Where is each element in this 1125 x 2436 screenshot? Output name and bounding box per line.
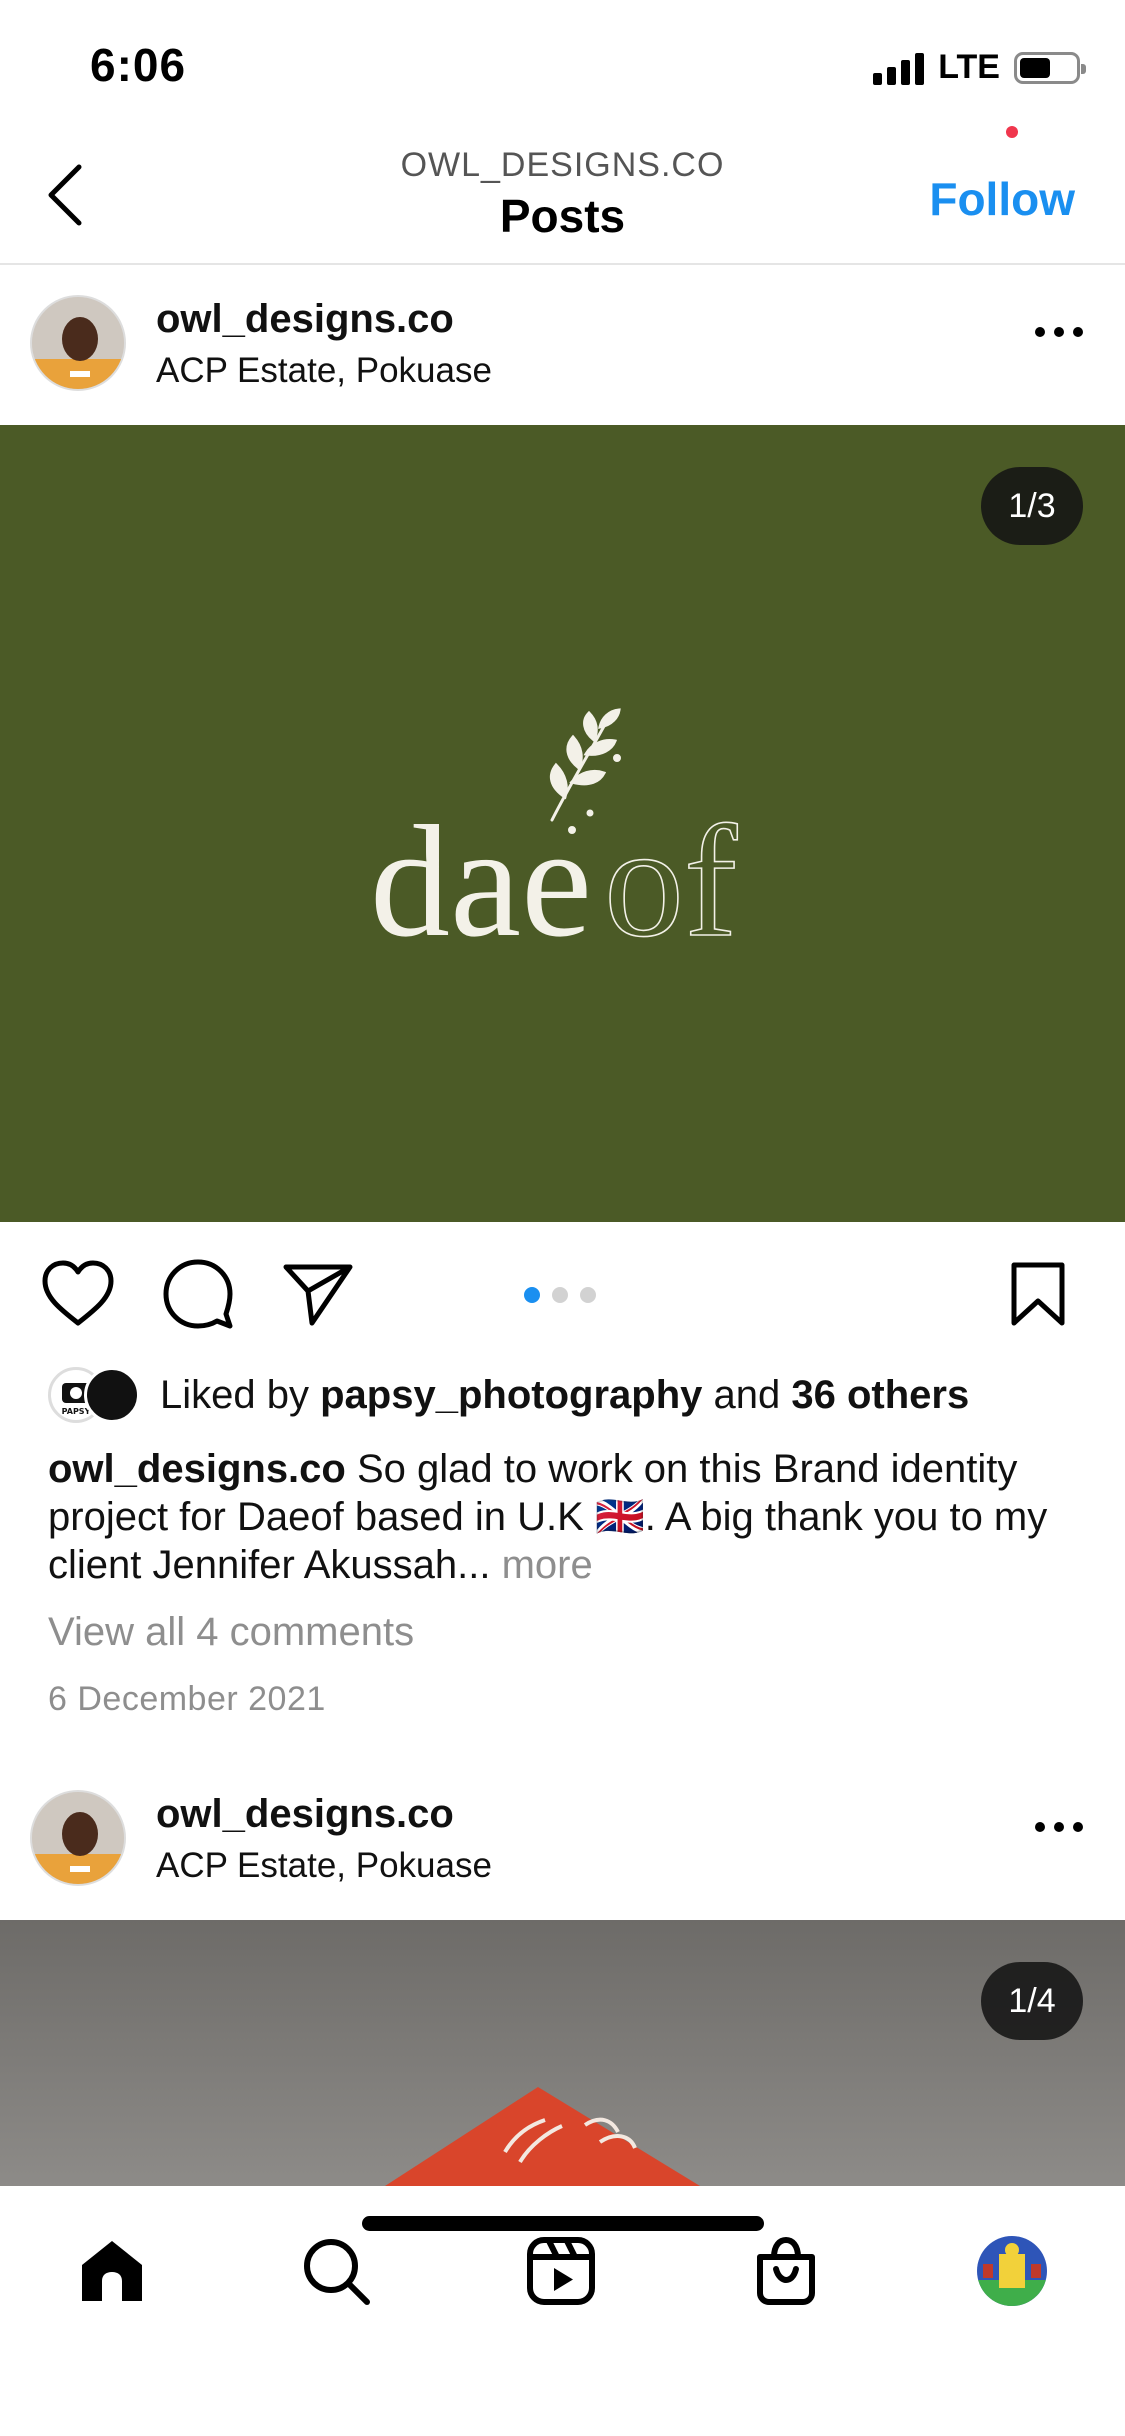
- carousel-dots: [524, 1287, 596, 1303]
- carousel-dot: [580, 1287, 596, 1303]
- nav-reels[interactable]: [516, 2226, 606, 2316]
- comment-icon: [163, 1259, 233, 1329]
- bookmark-icon: [1011, 1262, 1065, 1326]
- share-button[interactable]: [278, 1254, 358, 1334]
- heart-icon: [42, 1260, 114, 1326]
- shop-icon: [757, 2236, 815, 2305]
- nav-profile[interactable]: [967, 2226, 1057, 2316]
- more-options-button[interactable]: [1035, 1822, 1083, 1832]
- post-actions: [0, 1222, 1125, 1362]
- avatar[interactable]: [30, 1790, 126, 1886]
- likes-connector: and: [713, 1372, 781, 1417]
- caption-more-link[interactable]: more: [502, 1543, 593, 1587]
- reels-icon: [527, 2237, 595, 2305]
- carousel-counter: 1/4: [981, 1962, 1083, 2040]
- likes-others[interactable]: 36 others: [791, 1373, 969, 1417]
- post-caption: owl_designs.co So glad to work on this B…: [48, 1445, 1088, 1589]
- more-horizontal-icon: [1035, 327, 1045, 337]
- likes-text: Liked by papsy_photography and 36 others: [160, 1373, 969, 1418]
- more-horizontal-icon: [1035, 1822, 1045, 1832]
- nav-home[interactable]: [67, 2226, 157, 2316]
- avatar-image: [32, 1792, 124, 1884]
- status-bar: 6:06 LTE: [0, 0, 1125, 130]
- battery-icon: [1014, 51, 1086, 84]
- avatar-image: [32, 297, 124, 389]
- likes-row[interactable]: PAPSY Liked by papsy_photography and 36 …: [48, 1365, 969, 1425]
- post-username[interactable]: owl_designs.co: [156, 1792, 454, 1837]
- send-icon: [283, 1264, 353, 1326]
- home-icon: [82, 2241, 142, 2301]
- more-options-button[interactable]: [1035, 327, 1083, 337]
- network-label: LTE: [938, 48, 1000, 86]
- comment-button[interactable]: [158, 1254, 238, 1334]
- nav-shop[interactable]: [741, 2226, 831, 2316]
- liker-avatar-2: [84, 1367, 140, 1423]
- post-image[interactable]: 1/4: [0, 1920, 1125, 2186]
- liker-avatars: PAPSY: [48, 1367, 148, 1423]
- liked-by-user[interactable]: papsy_photography: [320, 1373, 702, 1417]
- search-icon: [304, 2239, 370, 2305]
- book-mockup-image: [0, 1920, 1125, 2186]
- post-header: owl_designs.co ACP Estate, Pokuase: [0, 1762, 1125, 1917]
- carousel-dot: [552, 1287, 568, 1303]
- uk-flag-icon: 🇬🇧: [594, 1495, 645, 1539]
- post-location[interactable]: ACP Estate, Pokuase: [156, 351, 492, 391]
- post-username[interactable]: owl_designs.co: [156, 297, 454, 342]
- caption-username[interactable]: owl_designs.co: [48, 1447, 346, 1491]
- status-time: 6:06: [90, 39, 187, 91]
- nav-search[interactable]: [291, 2226, 381, 2316]
- like-button[interactable]: [38, 1254, 118, 1334]
- post-location[interactable]: ACP Estate, Pokuase: [156, 1846, 492, 1886]
- daeof-logo: dae of: [370, 708, 739, 971]
- battery-fill: [1020, 57, 1050, 78]
- carousel-counter: 1/3: [981, 467, 1083, 545]
- svg-text:PAPSY: PAPSY: [62, 1407, 91, 1416]
- notification-dot: [1006, 126, 1018, 138]
- view-comments-link[interactable]: View all 4 comments: [48, 1610, 414, 1655]
- post-image[interactable]: dae of 1/3: [0, 425, 1125, 1222]
- save-button[interactable]: [998, 1254, 1078, 1334]
- profile-avatar: [977, 2236, 1047, 2306]
- logo-text-bold: dae: [370, 792, 592, 970]
- likes-prefix: Liked by: [160, 1372, 309, 1417]
- home-indicator[interactable]: [362, 2216, 764, 2231]
- top-header: OWL_DESIGNS.CO Posts Follow: [0, 130, 1125, 265]
- follow-button[interactable]: Follow: [929, 172, 1075, 226]
- signal-icon: [873, 51, 925, 85]
- post-header: owl_designs.co ACP Estate, Pokuase: [0, 267, 1125, 422]
- carousel-dot: [524, 1287, 540, 1303]
- avatar[interactable]: [30, 295, 126, 391]
- post-date: 6 December 2021: [48, 1680, 326, 1718]
- status-indicators: LTE: [873, 48, 1086, 87]
- logo-text-outline: of: [604, 792, 738, 970]
